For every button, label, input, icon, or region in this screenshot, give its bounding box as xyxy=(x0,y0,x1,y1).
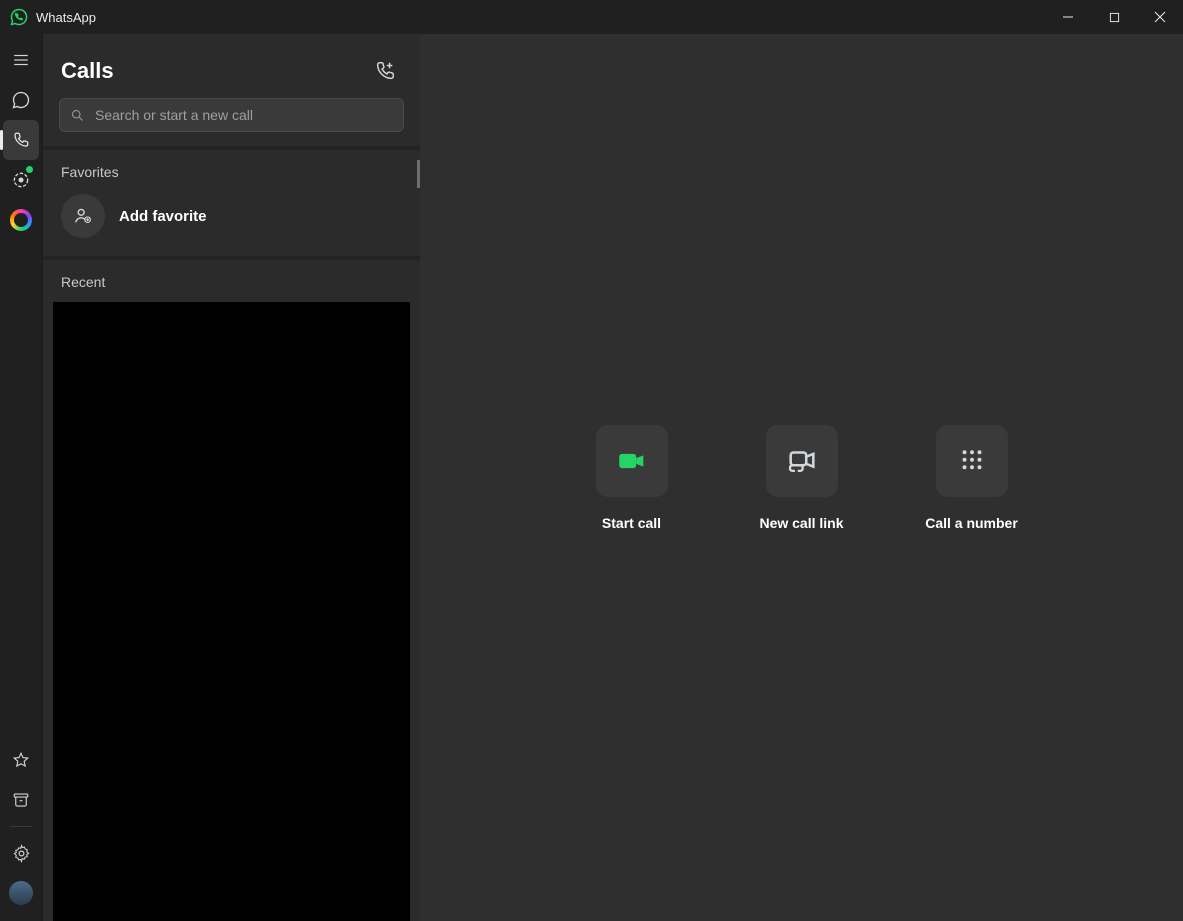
calls-title: Calls xyxy=(61,58,114,84)
add-favorite-row[interactable]: Add favorite xyxy=(43,188,420,256)
nav-archive[interactable] xyxy=(3,780,39,820)
calls-header: Calls xyxy=(43,34,420,98)
person-plus-icon xyxy=(72,205,94,227)
search-box[interactable] xyxy=(59,98,404,132)
gear-icon xyxy=(12,844,31,863)
new-call-link-action[interactable]: New call link xyxy=(747,425,857,531)
video-icon xyxy=(615,444,649,478)
star-icon xyxy=(12,751,30,769)
app-title: WhatsApp xyxy=(36,10,96,25)
close-button[interactable] xyxy=(1137,0,1183,34)
recent-label-text: Recent xyxy=(61,274,105,290)
start-call-action[interactable]: Start call xyxy=(577,425,687,531)
search-input[interactable] xyxy=(95,107,393,123)
calls-panel: Calls Favorites xyxy=(42,34,420,921)
search-container xyxy=(43,98,420,146)
whatsapp-logo-icon xyxy=(10,8,28,26)
new-call-button[interactable] xyxy=(368,54,402,88)
nav-calls[interactable] xyxy=(3,120,39,160)
nav-chats[interactable] xyxy=(3,80,39,120)
start-call-label: Start call xyxy=(602,515,661,531)
nav-settings[interactable] xyxy=(3,833,39,873)
nav-meta-ai[interactable] xyxy=(3,200,39,240)
titlebar: WhatsApp xyxy=(0,0,1183,34)
nav-profile[interactable] xyxy=(3,873,39,913)
phone-plus-icon xyxy=(374,60,396,82)
call-actions-row: Start call New call link xyxy=(577,425,1027,531)
recent-list xyxy=(53,302,410,921)
add-favorite-label: Add favorite xyxy=(119,208,207,225)
nav-divider xyxy=(10,826,32,827)
nav-starred[interactable] xyxy=(3,740,39,780)
dialpad-icon xyxy=(957,446,987,476)
favorites-label-text: Favorites xyxy=(61,164,119,180)
scrollbar-thumb[interactable] xyxy=(417,160,420,188)
status-badge-dot-icon xyxy=(26,166,33,173)
add-favorite-avatar xyxy=(61,194,105,238)
maximize-button[interactable] xyxy=(1091,0,1137,34)
meta-ai-icon xyxy=(10,209,32,231)
window-controls xyxy=(1045,0,1183,34)
nav-menu[interactable] xyxy=(3,40,39,80)
minimize-button[interactable] xyxy=(1045,0,1091,34)
call-number-action[interactable]: Call a number xyxy=(917,425,1027,531)
new-call-link-label: New call link xyxy=(759,515,843,531)
nav-rail xyxy=(0,34,42,921)
start-call-tile[interactable] xyxy=(596,425,668,497)
avatar-icon xyxy=(9,881,33,905)
favorites-label: Favorites xyxy=(43,150,420,188)
nav-status[interactable] xyxy=(3,160,39,200)
hamburger-icon xyxy=(12,51,30,69)
chat-icon xyxy=(11,90,31,110)
content-pane: Start call New call link xyxy=(420,34,1183,921)
recent-label: Recent xyxy=(43,260,420,298)
phone-icon xyxy=(12,131,30,149)
search-icon xyxy=(70,108,85,123)
status-icon xyxy=(11,170,31,190)
archive-icon xyxy=(12,791,30,809)
video-link-icon xyxy=(785,444,819,478)
call-number-label: Call a number xyxy=(925,515,1018,531)
new-call-link-tile[interactable] xyxy=(766,425,838,497)
main-area: Calls Favorites xyxy=(0,34,1183,921)
call-number-tile[interactable] xyxy=(936,425,1008,497)
